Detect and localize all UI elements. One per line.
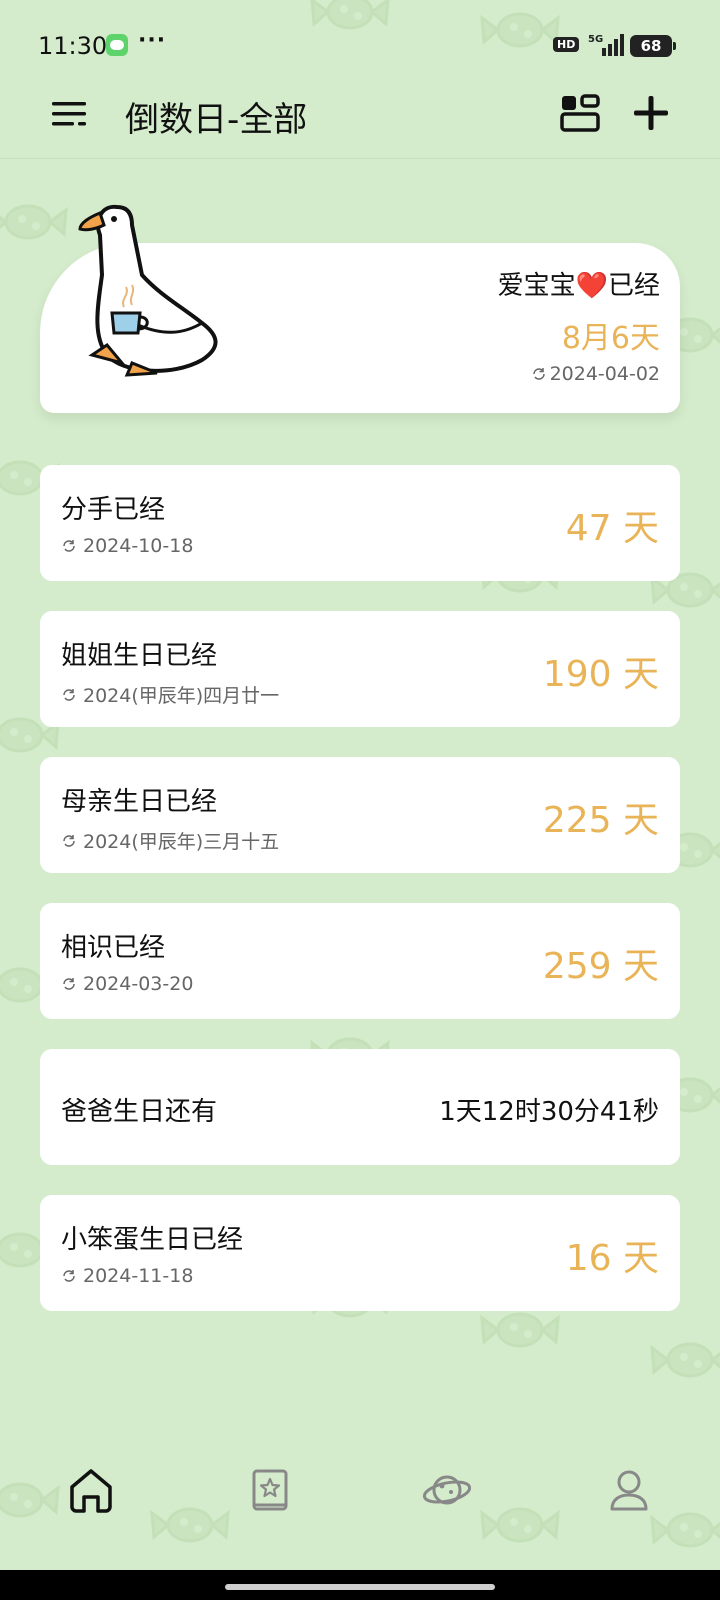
event-card[interactable]: 分手已经 2024-10-18 47 天 bbox=[40, 465, 680, 581]
event-card[interactable]: 爸爸生日还有 1天12时30分41秒 bbox=[40, 1049, 680, 1165]
featured-event-date: 2024-04-02 bbox=[531, 363, 660, 385]
book-star-icon[interactable] bbox=[246, 1465, 296, 1515]
event-date-text: 2024-11-18 bbox=[83, 1265, 194, 1287]
event-title: 分手已经 bbox=[61, 495, 166, 525]
event-date: 2024(甲辰年)四月廿一 bbox=[61, 681, 279, 708]
add-icon[interactable] bbox=[632, 94, 670, 132]
goose-illustration bbox=[78, 204, 218, 377]
event-card[interactable]: 小笨蛋生日已经 2024-11-18 16 天 bbox=[40, 1195, 680, 1311]
planet-icon[interactable] bbox=[422, 1465, 472, 1515]
event-date-text: 2024-10-18 bbox=[83, 535, 194, 557]
profile-icon[interactable] bbox=[604, 1465, 654, 1515]
repeat-icon bbox=[63, 540, 75, 552]
event-date-text: 2024(甲辰年)三月十五 bbox=[83, 831, 280, 853]
event-date-text: 2024(甲辰年)四月廿一 bbox=[83, 685, 280, 707]
event-days: 47 天 bbox=[565, 508, 659, 549]
event-date: 2024-10-18 bbox=[61, 535, 193, 557]
wechat-notification-icon bbox=[106, 34, 128, 56]
more-notifications-icon: ··· bbox=[138, 28, 167, 53]
home-icon[interactable] bbox=[66, 1465, 116, 1515]
battery-icon: 68 bbox=[630, 35, 676, 57]
page-title: 倒数日-全部 bbox=[125, 100, 308, 140]
event-card[interactable]: 姐姐生日已经 2024(甲辰年)四月廿一 190 天 bbox=[40, 611, 680, 727]
event-title: 姐姐生日已经 bbox=[61, 641, 218, 671]
featured-event-date-text: 2024-04-02 bbox=[549, 363, 660, 385]
status-bar: 11:30 ··· HD 5G 68 bbox=[0, 0, 720, 92]
repeat-icon bbox=[532, 368, 545, 380]
hd-badge: HD bbox=[553, 37, 580, 52]
app-header: 倒数日-全部 bbox=[0, 88, 720, 159]
repeat-icon bbox=[63, 978, 75, 990]
repeat-icon bbox=[63, 688, 75, 701]
event-title: 母亲生日已经 bbox=[61, 787, 218, 817]
event-days: 225 天 bbox=[542, 800, 659, 841]
layout-icon[interactable] bbox=[560, 94, 600, 132]
featured-event-title: 爱宝宝❤️已经 bbox=[497, 271, 660, 301]
event-title: 小笨蛋生日已经 bbox=[61, 1225, 244, 1255]
event-days: 259 天 bbox=[542, 946, 659, 987]
event-date: 2024-03-20 bbox=[61, 973, 193, 995]
event-card[interactable]: 相识已经 2024-03-20 259 天 bbox=[40, 903, 680, 1019]
signal-icon: 5G bbox=[588, 34, 624, 56]
status-time: 11:30 bbox=[38, 32, 108, 60]
featured-event-days: 8月6天 bbox=[561, 321, 660, 356]
repeat-icon bbox=[63, 1270, 75, 1282]
menu-icon[interactable] bbox=[52, 98, 88, 130]
event-countdown: 1天12时30分41秒 bbox=[439, 1097, 659, 1127]
event-date: 2024-11-18 bbox=[61, 1265, 193, 1287]
bottom-nav bbox=[0, 1465, 720, 1535]
event-title: 相识已经 bbox=[61, 933, 166, 963]
event-days: 16 天 bbox=[565, 1238, 659, 1279]
network-label: 5G bbox=[588, 34, 603, 45]
home-indicator[interactable] bbox=[225, 1584, 495, 1590]
event-date: 2024(甲辰年)三月十五 bbox=[61, 827, 279, 854]
repeat-icon bbox=[63, 834, 75, 847]
event-date-text: 2024-03-20 bbox=[83, 973, 194, 995]
event-days: 190 天 bbox=[542, 654, 659, 695]
event-title: 爸爸生日还有 bbox=[61, 1097, 218, 1127]
event-card[interactable]: 母亲生日已经 2024(甲辰年)三月十五 225 天 bbox=[40, 757, 680, 873]
